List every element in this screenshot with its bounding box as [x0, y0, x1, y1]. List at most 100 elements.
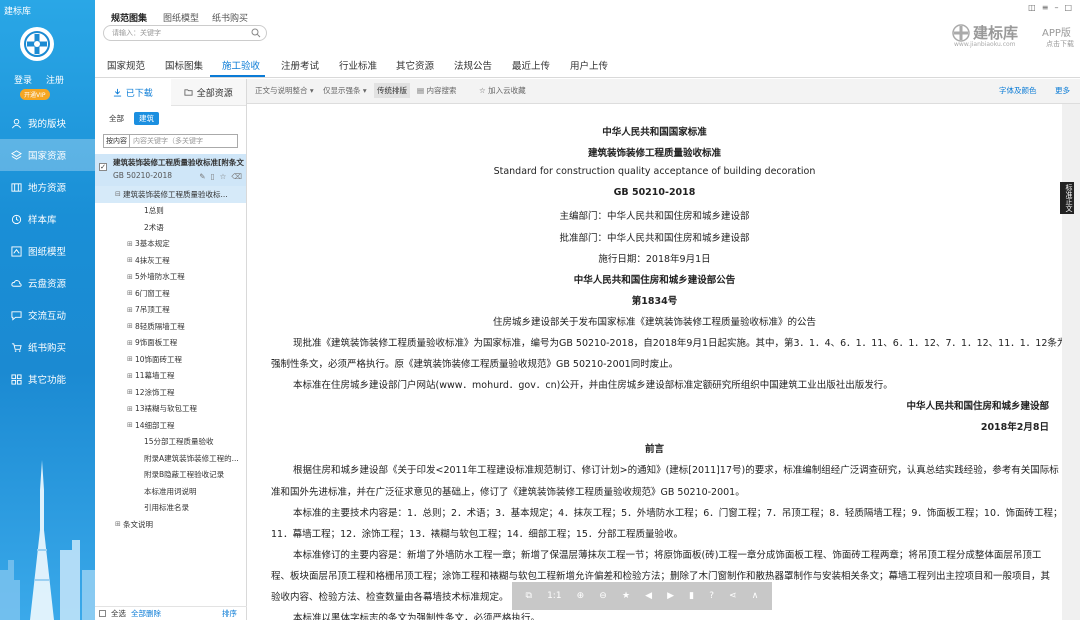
- content-search-input[interactable]: 内容关键字（多关键字: [130, 134, 238, 148]
- sidebar-item-drawings[interactable]: 图纸模型: [0, 235, 95, 267]
- tree-item[interactable]: ⊞ 4抹灰工程: [95, 252, 246, 269]
- maximize-icon[interactable]: □: [1064, 3, 1072, 12]
- share-icon[interactable]: ⋖: [729, 591, 737, 601]
- expand-toggle-icon[interactable]: ⊞: [127, 322, 135, 330]
- arrow-left-icon[interactable]: ◀: [645, 591, 652, 601]
- tree-item[interactable]: ⊞ 6门窗工程: [95, 285, 246, 302]
- tree-item[interactable]: 引用标准名录: [95, 500, 246, 517]
- app-download-subtitle[interactable]: 点击下载: [1046, 39, 1074, 49]
- layout-button[interactable]: 传统排版: [374, 83, 410, 98]
- expand-toggle-icon[interactable]: ⊞: [127, 405, 135, 413]
- bookmark-icon[interactable]: ▮: [689, 591, 694, 601]
- tree-item[interactable]: 2术语: [95, 219, 246, 236]
- tree-item[interactable]: ⊟ 建筑装饰装修工程质量验收标...: [95, 186, 246, 203]
- tab-drawings[interactable]: 图纸模型: [163, 11, 199, 24]
- expand-toggle-icon[interactable]: ⊟: [115, 190, 123, 198]
- sidebar-item-national[interactable]: 国家资源: [0, 139, 95, 171]
- category-industry[interactable]: 行业标准: [339, 58, 377, 72]
- category-recent[interactable]: 最近上传: [512, 58, 550, 72]
- register-link[interactable]: 注册: [46, 73, 64, 86]
- star-icon[interactable]: ☆: [220, 172, 227, 181]
- filter-build[interactable]: 建筑: [134, 111, 159, 125]
- tab-downloaded[interactable]: 已下载: [95, 78, 171, 106]
- minimize-icon[interactable]: –: [1054, 3, 1058, 12]
- tree-item[interactable]: ⊞ 9饰面板工程: [95, 335, 246, 352]
- sidebar-item-my[interactable]: 我的版块: [0, 107, 95, 139]
- sidebar-item-other[interactable]: 其它功能: [0, 363, 95, 395]
- zoom-out-icon[interactable]: ⊖: [599, 591, 607, 601]
- collapse-icon[interactable]: ∧: [752, 591, 759, 601]
- tree-item[interactable]: 本标准用词说明: [95, 483, 246, 500]
- tree-item[interactable]: ⊞ 条文说明: [95, 516, 246, 533]
- sort-button[interactable]: 排序: [222, 608, 237, 619]
- content-search-button[interactable]: ▤ 内容搜索: [417, 85, 456, 96]
- delete-all-button[interactable]: 全部删除: [131, 608, 161, 619]
- standard-text-tag[interactable]: 标准正文: [1060, 182, 1074, 214]
- tab-specs[interactable]: 规范图集: [111, 11, 147, 24]
- category-atlas[interactable]: 国标图集: [165, 58, 203, 72]
- brand[interactable]: 建标库 www.jianbiaoku.com APP版 点击下载: [952, 22, 1074, 48]
- document-checkbox[interactable]: ✓: [99, 163, 107, 171]
- document-card[interactable]: ✓ 建筑装饰装修工程质量验收标准[附条文 GB 50210-2018 ✎ ▯ ☆…: [95, 154, 246, 186]
- select-all-checkbox[interactable]: [99, 610, 106, 617]
- expand-toggle-icon[interactable]: ⊞: [127, 388, 135, 396]
- bookmark-icon[interactable]: ▯: [211, 172, 215, 181]
- expand-toggle-icon[interactable]: ⊞: [127, 289, 135, 297]
- tree-item[interactable]: 附录B隐蔽工程验收记录: [95, 467, 246, 484]
- expand-toggle-icon[interactable]: ⊞: [127, 355, 135, 363]
- category-exam[interactable]: 注册考试: [281, 58, 319, 72]
- tree-item[interactable]: ⊞ 12涂饰工程: [95, 384, 246, 401]
- sidebar-item-cloud[interactable]: 云盘资源: [0, 267, 95, 299]
- login-link[interactable]: 登录: [14, 73, 32, 86]
- app-download-title[interactable]: APP版: [1042, 24, 1071, 39]
- tab-all-resources[interactable]: 全部资源: [171, 79, 247, 106]
- font-color-button[interactable]: 字体及颜色: [999, 85, 1037, 96]
- tree-item[interactable]: ⊞ 14细部工程: [95, 417, 246, 434]
- category-national[interactable]: 国家规范: [107, 58, 145, 72]
- category-user[interactable]: 用户上传: [570, 58, 608, 72]
- zoom-in-icon[interactable]: ⊕: [577, 591, 585, 601]
- tree-item[interactable]: 15分部工程质量验收: [95, 434, 246, 451]
- delete-icon[interactable]: ⌫: [231, 172, 242, 181]
- mode-dropdown[interactable]: 正文与说明整合 ▾: [255, 85, 314, 96]
- show-dropdown[interactable]: 仅显示强条 ▾: [323, 85, 367, 96]
- expand-toggle-icon[interactable]: ⊞: [127, 240, 135, 248]
- search-mode-select[interactable]: 按内容: [103, 134, 130, 148]
- arrow-right-icon[interactable]: ▶: [667, 591, 674, 601]
- edit-icon[interactable]: ✎: [199, 172, 205, 181]
- tree-item[interactable]: 1总则: [95, 203, 246, 220]
- skin-icon[interactable]: ◫: [1028, 3, 1036, 12]
- star-icon[interactable]: ★: [622, 591, 630, 601]
- vip-badge[interactable]: 开通VIP: [20, 89, 50, 100]
- category-construction[interactable]: 施工验收: [222, 58, 260, 72]
- tree-item[interactable]: ⊞ 5外墙防水工程: [95, 269, 246, 286]
- tree-item[interactable]: ⊞ 3基本规定: [95, 236, 246, 253]
- expand-toggle-icon[interactable]: ⊞: [127, 306, 135, 314]
- sidebar-item-samples[interactable]: 样本库: [0, 203, 95, 235]
- two-page-icon[interactable]: ⧉: [526, 591, 532, 601]
- expand-toggle-icon[interactable]: ⊞: [127, 421, 135, 429]
- tree-item[interactable]: ⊞ 8轻质隔墙工程: [95, 318, 246, 335]
- sidebar-item-community[interactable]: 交流互动: [0, 299, 95, 331]
- tree-item[interactable]: ⊞ 10饰面砖工程: [95, 351, 246, 368]
- tree-item[interactable]: 附录A建筑装饰装修工程的...: [95, 450, 246, 467]
- expand-toggle-icon[interactable]: ⊞: [127, 339, 135, 347]
- tab-books[interactable]: 纸书购买: [212, 11, 248, 24]
- search-input[interactable]: 请输入：关键字: [103, 25, 267, 41]
- category-other[interactable]: 其它资源: [396, 58, 434, 72]
- expand-toggle-icon[interactable]: ⊞: [127, 273, 135, 281]
- actual-size-button[interactable]: 1:1: [547, 591, 561, 601]
- tree-item[interactable]: ⊞ 13裱糊与软包工程: [95, 401, 246, 418]
- menu-icon[interactable]: ≡: [1042, 3, 1049, 12]
- sidebar-item-local[interactable]: 地方资源: [0, 171, 95, 203]
- cloud-favorite-button[interactable]: ☆ 加入云收藏: [479, 85, 526, 96]
- help-icon[interactable]: ?: [709, 591, 714, 601]
- sidebar-item-books[interactable]: 纸书购买: [0, 331, 95, 363]
- expand-toggle-icon[interactable]: ⊞: [115, 520, 123, 528]
- tree-item[interactable]: ⊞ 7吊顶工程: [95, 302, 246, 319]
- expand-toggle-icon[interactable]: ⊞: [127, 256, 135, 264]
- tree-item[interactable]: ⊞ 11幕墙工程: [95, 368, 246, 385]
- filter-all[interactable]: 全部: [104, 112, 129, 125]
- select-all-label[interactable]: 全选: [111, 608, 126, 619]
- more-button[interactable]: 更多: [1055, 85, 1070, 96]
